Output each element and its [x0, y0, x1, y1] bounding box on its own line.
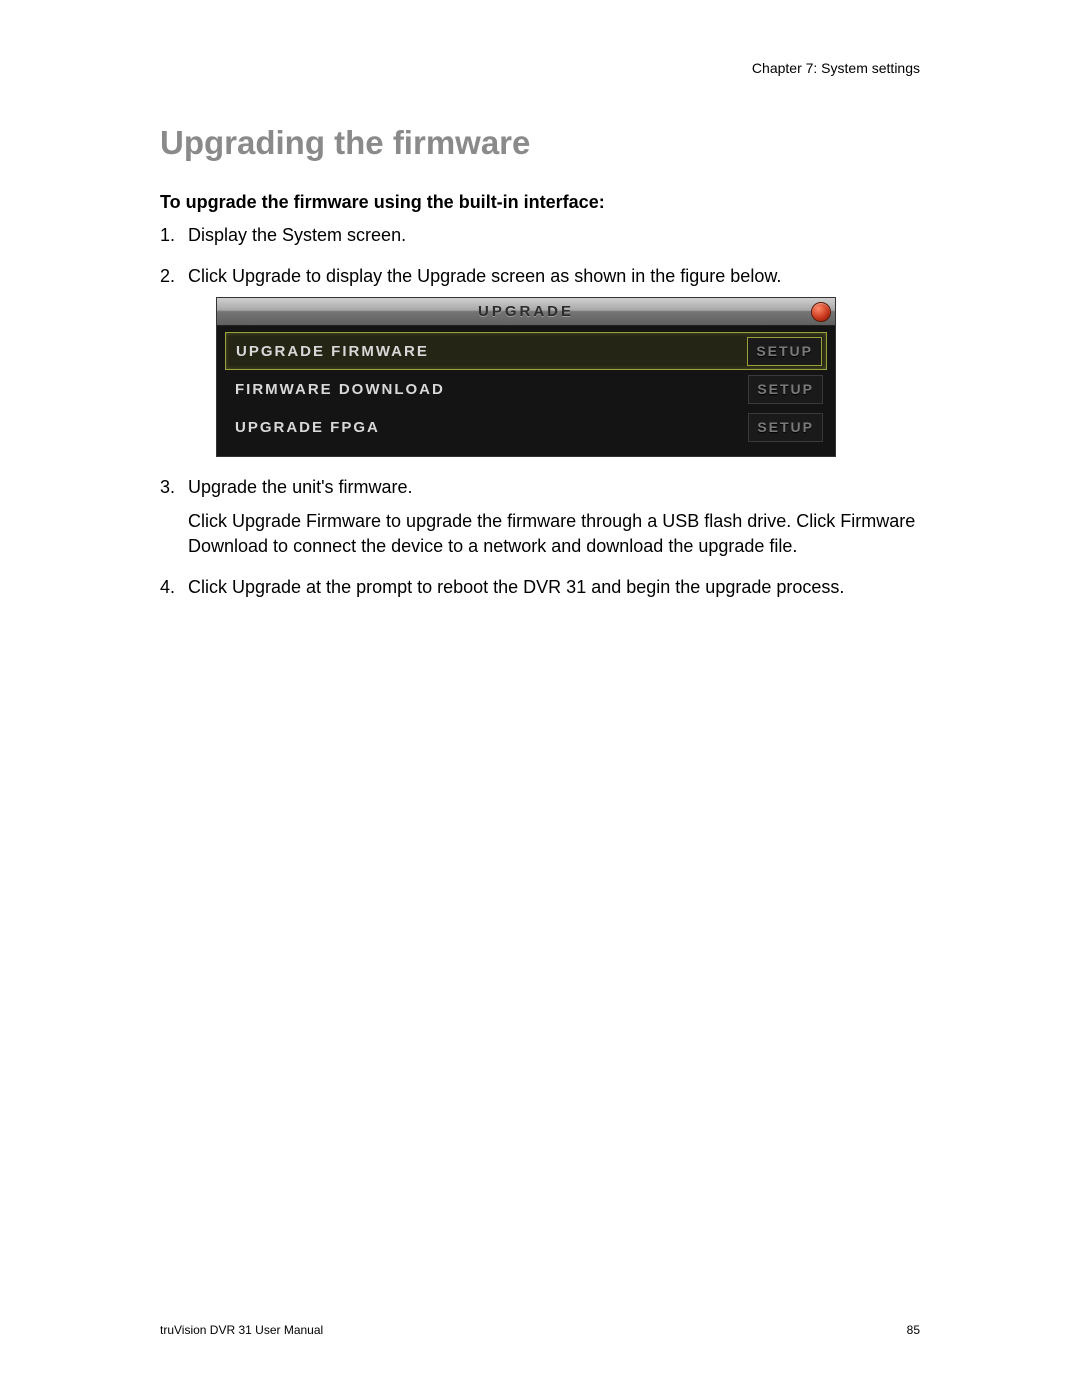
step-number: 3. — [160, 475, 188, 567]
step-number: 2. — [160, 264, 188, 467]
setup-button[interactable]: SETUP — [747, 337, 822, 367]
step-number: 4. — [160, 575, 188, 608]
close-icon[interactable] — [811, 302, 831, 322]
step-text: Click Upgrade at the prompt to reboot th… — [188, 575, 920, 600]
row-label: UPGRADE FPGA — [229, 417, 380, 438]
footer-page-number: 85 — [907, 1323, 920, 1337]
step-text: Upgrade the unit's firmware. — [188, 475, 920, 500]
upgrade-screen-figure: UPGRADE UPGRADE FIRMWARE SETUP FIRMWARE … — [216, 297, 836, 457]
upgrade-title: UPGRADE — [478, 301, 574, 322]
row-upgrade-firmware[interactable]: UPGRADE FIRMWARE SETUP — [225, 332, 827, 370]
step-number: 1. — [160, 223, 188, 256]
chapter-header: Chapter 7: System settings — [160, 60, 920, 76]
footer-manual-title: truVision DVR 31 User Manual — [160, 1323, 323, 1337]
upgrade-titlebar: UPGRADE — [217, 298, 835, 326]
row-label: FIRMWARE DOWNLOAD — [229, 379, 445, 400]
step-text: Click Upgrade to display the Upgrade scr… — [188, 264, 920, 289]
setup-button[interactable]: SETUP — [748, 375, 823, 405]
row-firmware-download[interactable]: FIRMWARE DOWNLOAD SETUP — [225, 370, 827, 408]
procedure-heading: To upgrade the firmware using the built-… — [160, 192, 920, 213]
step-1: 1. Display the System screen. — [160, 223, 920, 256]
step-4: 4. Click Upgrade at the prompt to reboot… — [160, 575, 920, 608]
setup-button[interactable]: SETUP — [748, 413, 823, 443]
page-title: Upgrading the firmware — [160, 124, 920, 162]
step-2: 2. Click Upgrade to display the Upgrade … — [160, 264, 920, 467]
step-text: Display the System screen. — [188, 223, 920, 248]
row-upgrade-fpga[interactable]: UPGRADE FPGA SETUP — [225, 408, 827, 446]
row-label: UPGRADE FIRMWARE — [230, 341, 429, 362]
step-3: 3. Upgrade the unit's firmware. Click Up… — [160, 475, 920, 567]
step-text: Click Upgrade Firmware to upgrade the fi… — [188, 509, 920, 559]
